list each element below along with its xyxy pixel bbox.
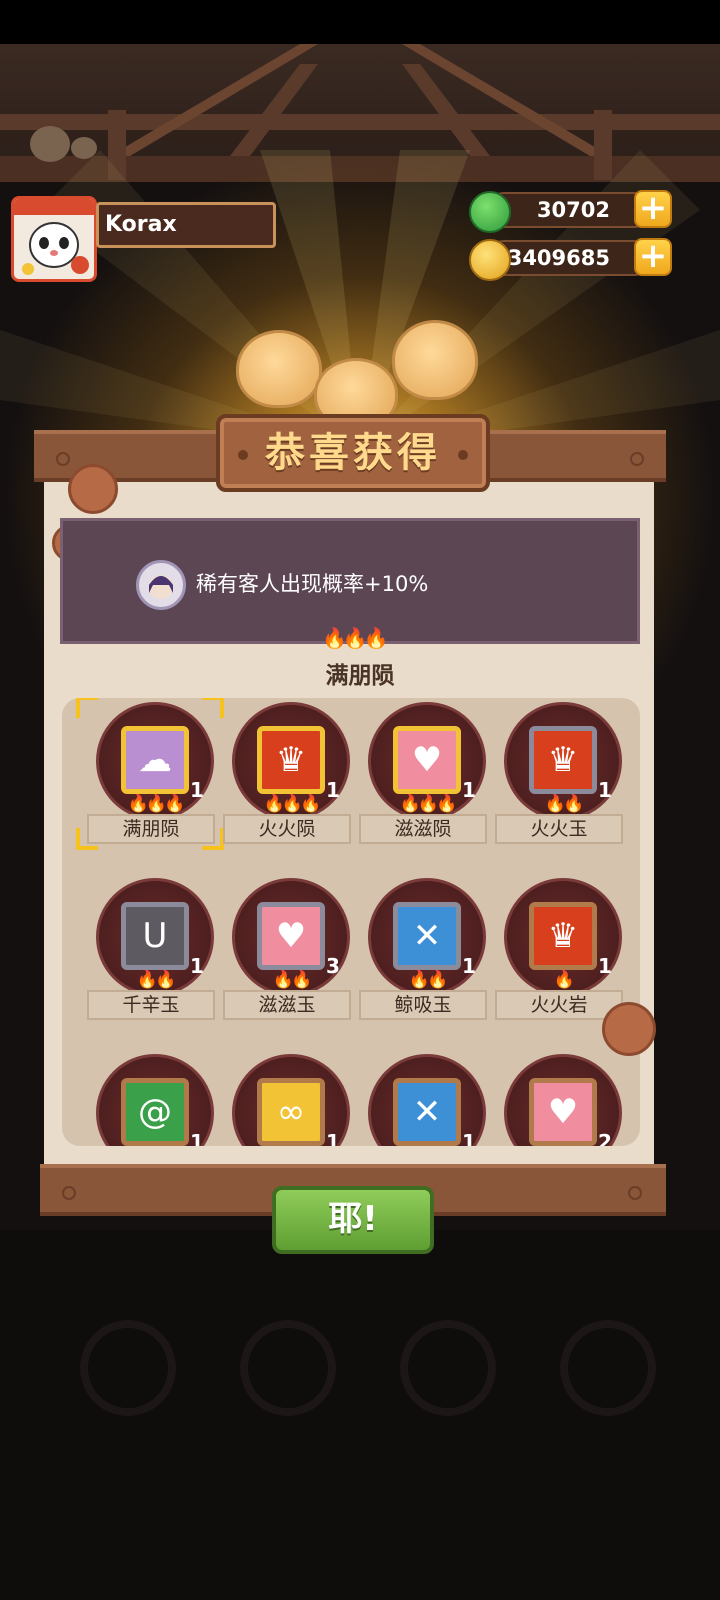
selection-corner bbox=[202, 828, 224, 850]
dialog-title: 恭喜获得 bbox=[265, 430, 441, 476]
item-name: 滋滋玉 bbox=[223, 990, 351, 1020]
fire-spikes-icon: ♛ bbox=[529, 726, 597, 794]
selection-corner bbox=[76, 828, 98, 850]
rarity-flames-icon: 🔥🔥 bbox=[408, 970, 448, 990]
chick-mascot bbox=[236, 330, 322, 408]
flower-decoration-icon bbox=[602, 1002, 656, 1056]
heart-icon: ♥ bbox=[257, 902, 325, 970]
item-quantity: 1 bbox=[326, 1130, 340, 1146]
reward-item[interactable]: ♥ 1 🔥🔥🔥 滋滋陨 bbox=[359, 700, 498, 876]
reward-item[interactable]: @1 bbox=[90, 1052, 226, 1146]
item-quantity: 1 bbox=[190, 1130, 204, 1146]
fish-icon: ∞ bbox=[257, 1078, 325, 1146]
rarity-flames-icon: 🔥🔥🔥 bbox=[322, 626, 389, 650]
heart-icon: ♥ bbox=[393, 726, 461, 794]
reward-subtitle: 满朋陨 bbox=[325, 663, 395, 689]
reward-item[interactable]: ♥ 2 bbox=[498, 1052, 634, 1146]
reward-item[interactable]: ♥ 3 🔥🔥 滋滋玉 bbox=[223, 876, 362, 1052]
confirm-button[interactable]: 耶! bbox=[272, 1186, 434, 1254]
reward-item[interactable]: ∞ 1 bbox=[226, 1052, 362, 1146]
item-name: 满朋陨 bbox=[87, 814, 215, 844]
status-bar bbox=[0, 0, 720, 44]
nail-icon bbox=[628, 1186, 642, 1200]
green-gem-icon bbox=[469, 191, 511, 233]
swirl-icon: @ bbox=[121, 1078, 189, 1146]
reward-item[interactable]: U 1 🔥🔥 千辛玉 bbox=[87, 876, 226, 1052]
rare-guest-icon bbox=[136, 560, 186, 610]
reward-item-grid: ☁ 1 🔥🔥🔥 满朋陨 ♛ 1 🔥🔥🔥 火火陨 ♥ 1 🔥🔥🔥 滋滋陨 ♛ 1 🔥🔥 火火玉 U 1 🔥🔥 千辛玉 ♥ 3… bbox=[62, 698, 640, 1146]
background-shape bbox=[560, 1320, 656, 1416]
background-shape bbox=[400, 1320, 496, 1416]
nail-icon bbox=[62, 1186, 76, 1200]
cloud-face-icon: ☁ bbox=[121, 726, 189, 794]
player-name: Korax bbox=[96, 202, 276, 248]
nail-icon bbox=[56, 452, 70, 466]
reward-item[interactable]: ♛ 1 🔥🔥🔥 火火陨 bbox=[223, 700, 362, 876]
reward-item[interactable]: ✕ 1 🔥🔥 鲸吸玉 bbox=[359, 876, 498, 1052]
rarity-flames-icon: 🔥🔥🔥 bbox=[263, 794, 322, 814]
add-coins-button[interactable]: + bbox=[634, 238, 672, 276]
item-name: 鲸吸玉 bbox=[359, 990, 487, 1020]
selection-corner bbox=[76, 698, 98, 718]
rarity-flames-icon: 🔥 bbox=[553, 970, 575, 990]
flower-decoration-icon bbox=[68, 464, 118, 514]
item-quantity: 1 bbox=[462, 1130, 476, 1146]
background-shape bbox=[240, 1320, 336, 1416]
rarity-flames-icon: 🔥🔥🔥 bbox=[399, 794, 458, 814]
item-name: 千辛玉 bbox=[87, 990, 215, 1020]
item-name: 火火岩 bbox=[495, 990, 623, 1020]
reward-item[interactable]: ☁ 1 🔥🔥🔥 满朋陨 bbox=[76, 698, 226, 876]
reward-item[interactable]: ✕ 1 bbox=[362, 1052, 498, 1146]
dimmed-background bbox=[0, 1230, 720, 1600]
chick-mascot bbox=[392, 320, 478, 400]
title-plaque: 恭喜获得 bbox=[216, 414, 490, 492]
reward-item[interactable]: ♛ 1 🔥🔥 火火玉 bbox=[495, 700, 634, 876]
fire-spikes-icon: ♛ bbox=[529, 902, 597, 970]
fire-spikes-icon: ♛ bbox=[257, 726, 325, 794]
background-shape bbox=[80, 1320, 176, 1416]
player-avatar[interactable] bbox=[11, 196, 97, 282]
whale-icon: ✕ bbox=[393, 1078, 461, 1146]
whale-icon: ✕ bbox=[393, 902, 461, 970]
tongue-icon: U bbox=[121, 902, 189, 970]
rarity-flames-icon: 🔥🔥 bbox=[272, 970, 312, 990]
item-name: 火火陨 bbox=[223, 814, 351, 844]
selection-corner bbox=[202, 698, 224, 718]
gold-coin-icon bbox=[469, 239, 511, 281]
add-gems-button[interactable]: + bbox=[634, 190, 672, 228]
item-quantity: 2 bbox=[598, 1130, 612, 1146]
rarity-flames-icon: 🔥🔥 bbox=[544, 794, 584, 814]
bonus-text: 稀有客人出现概率+10% bbox=[196, 572, 429, 596]
item-name: 滋滋陨 bbox=[359, 814, 487, 844]
heart-icon: ♥ bbox=[529, 1078, 597, 1146]
item-name: 火火玉 bbox=[495, 814, 623, 844]
nail-icon bbox=[630, 452, 644, 466]
rarity-flames-icon: 🔥🔥🔥 bbox=[127, 794, 186, 814]
rarity-flames-icon: 🔥🔥 bbox=[136, 970, 176, 990]
